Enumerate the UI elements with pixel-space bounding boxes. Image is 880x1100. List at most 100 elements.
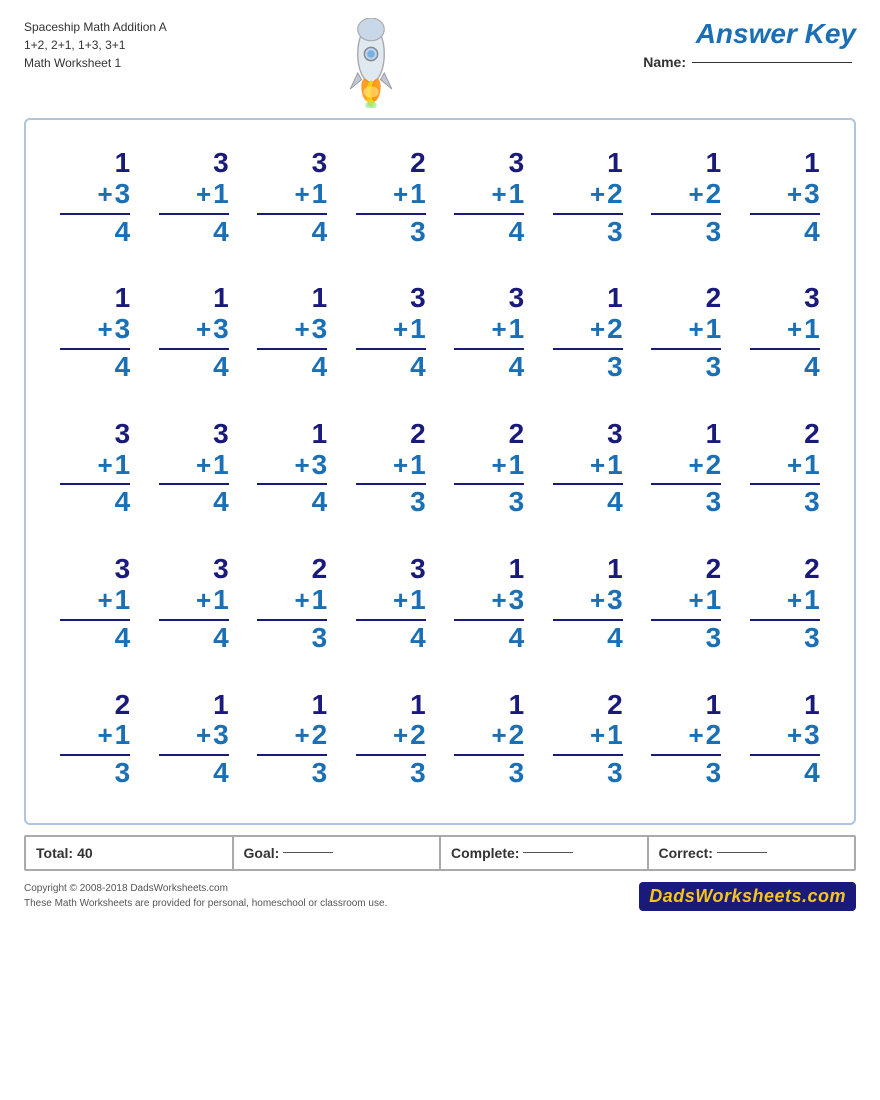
header-left: Spaceship Math Addition A 1+2, 2+1, 1+3,… (24, 18, 167, 72)
top-num: 2 (410, 419, 426, 450)
answer: 3 (706, 217, 722, 248)
footer-complete: Complete: (441, 837, 649, 869)
title-line3: Math Worksheet 1 (24, 54, 167, 72)
problem-r2-c1: 3 +1 4 (159, 419, 229, 518)
problem-r0-c1: 3 +1 4 (159, 148, 229, 247)
divider-line (159, 754, 229, 756)
divider-line (750, 213, 820, 215)
problem-r0-c3: 2 +1 3 (356, 148, 426, 247)
page: Spaceship Math Addition A 1+2, 2+1, 1+3,… (0, 0, 880, 1100)
addend: +1 (97, 720, 130, 751)
answer: 4 (115, 487, 131, 518)
rocket-icon (331, 18, 411, 108)
problem-row-3: 3 +1 4 3 +1 4 2 +1 3 3 +1 4 1 +3 (46, 536, 834, 671)
top-num: 1 (312, 419, 328, 450)
addend: +1 (688, 585, 721, 616)
answer: 3 (509, 758, 525, 789)
problem-r1-c3: 3 +1 4 (356, 283, 426, 382)
answer: 4 (804, 758, 820, 789)
correct-line (717, 852, 767, 853)
title-line2: 1+2, 2+1, 1+3, 3+1 (24, 36, 167, 54)
problem-r2-c6: 1 +2 3 (651, 419, 721, 518)
answer: 4 (410, 623, 426, 654)
top-num: 1 (312, 283, 328, 314)
problem-r3-c6: 2 +1 3 (651, 554, 721, 653)
addend: +2 (590, 179, 623, 210)
problem-r3-c4: 1 +3 4 (454, 554, 524, 653)
answer-key-label: Answer Key (696, 18, 856, 50)
divider-line (454, 213, 524, 215)
divider-line (553, 483, 623, 485)
top-num: 1 (213, 690, 229, 721)
addend: +1 (491, 450, 524, 481)
divider-line (356, 483, 426, 485)
divider-line (60, 619, 130, 621)
top-num: 1 (607, 283, 623, 314)
divider-line (159, 348, 229, 350)
addend: +1 (97, 450, 130, 481)
copyright-line2: These Math Worksheets are provided for p… (24, 896, 387, 911)
top-num: 3 (312, 148, 328, 179)
problem-row-0: 1 +3 4 3 +1 4 3 +1 4 2 +1 3 3 +1 (46, 130, 834, 265)
divider-line (750, 348, 820, 350)
top-num: 1 (607, 554, 623, 585)
copyright: Copyright © 2008-2018 DadsWorksheets.com… (24, 881, 856, 911)
header-right: Answer Key Name: (576, 18, 856, 70)
problem-r1-c4: 3 +1 4 (454, 283, 524, 382)
divider-line (159, 619, 229, 621)
problem-r1-c6: 2 +1 3 (651, 283, 721, 382)
top-num: 1 (509, 690, 525, 721)
top-num: 2 (115, 690, 131, 721)
top-num: 1 (115, 148, 131, 179)
problem-r1-c2: 1 +3 4 (257, 283, 327, 382)
answer: 4 (509, 623, 525, 654)
answer: 3 (804, 487, 820, 518)
addend: +1 (393, 314, 426, 345)
divider-line (553, 619, 623, 621)
problem-r3-c3: 3 +1 4 (356, 554, 426, 653)
answer: 3 (706, 352, 722, 383)
answer: 4 (410, 352, 426, 383)
addend: +3 (491, 585, 524, 616)
problem-r4-c1: 1 +3 4 (159, 690, 229, 789)
addend: +1 (196, 585, 229, 616)
divider-line (60, 483, 130, 485)
answer: 3 (804, 623, 820, 654)
answer: 4 (804, 217, 820, 248)
addend: +2 (688, 720, 721, 751)
answer: 4 (607, 487, 623, 518)
answer: 4 (115, 352, 131, 383)
answer: 4 (509, 352, 525, 383)
answer: 3 (509, 487, 525, 518)
addend: +1 (491, 179, 524, 210)
addend: +3 (787, 179, 820, 210)
top-num: 3 (213, 419, 229, 450)
divider-line (454, 619, 524, 621)
answer: 4 (115, 217, 131, 248)
total-label: Total: (36, 845, 73, 861)
divider-line (750, 483, 820, 485)
name-underline (692, 62, 852, 63)
problem-r3-c7: 2 +1 3 (750, 554, 820, 653)
top-num: 3 (607, 419, 623, 450)
answer: 3 (115, 758, 131, 789)
top-num: 2 (706, 554, 722, 585)
top-num: 3 (509, 283, 525, 314)
divider-line (159, 213, 229, 215)
addend: +1 (787, 314, 820, 345)
divider-line (159, 483, 229, 485)
answer: 3 (410, 487, 426, 518)
divider-line (651, 754, 721, 756)
divider-line (750, 754, 820, 756)
problem-r0-c0: 1 +3 4 (60, 148, 130, 247)
divider-line (257, 619, 327, 621)
addend: +2 (294, 720, 327, 751)
addend: +3 (97, 314, 130, 345)
problem-r2-c4: 2 +1 3 (454, 419, 524, 518)
top-num: 3 (115, 419, 131, 450)
top-num: 2 (312, 554, 328, 585)
top-num: 2 (706, 283, 722, 314)
addend: +1 (491, 314, 524, 345)
answer: 3 (706, 758, 722, 789)
addend: +3 (196, 314, 229, 345)
